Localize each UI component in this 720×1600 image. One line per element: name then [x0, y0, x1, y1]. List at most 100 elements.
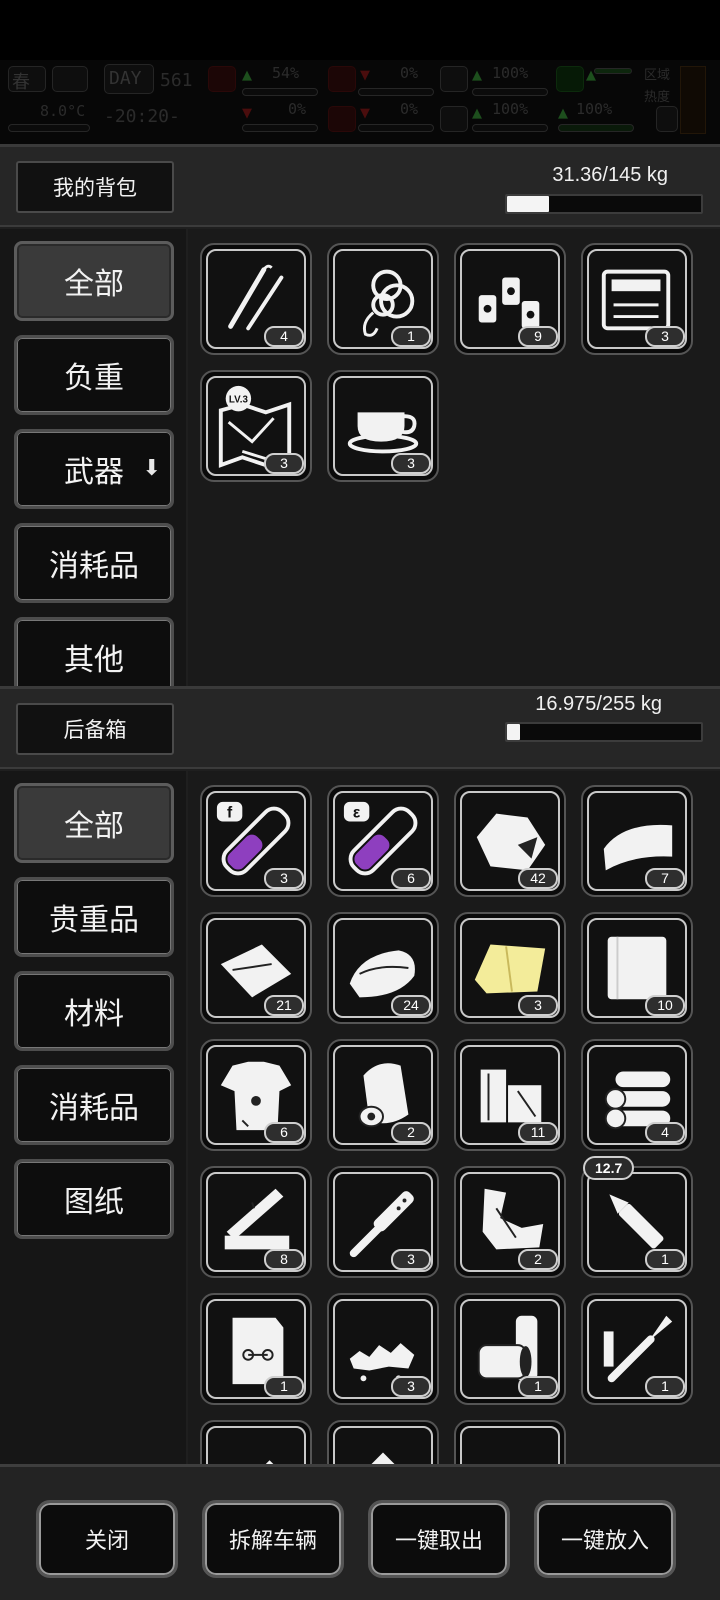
blood-drop-icon [328, 106, 356, 132]
trunk-item-slot[interactable]: 8 [200, 1166, 312, 1278]
backpack-weight-fill [507, 196, 549, 212]
backpack-tab-load[interactable]: 负重 [14, 335, 174, 415]
trunk-item-slot[interactable]: 1 [200, 1293, 312, 1405]
trunk-item-slot[interactable]: 10 [581, 912, 693, 1024]
item-count-badge: 4 [264, 326, 304, 347]
day-value: 561 [160, 70, 193, 91]
item-count-badge: 3 [264, 868, 304, 889]
trunk-tab-all[interactable]: 全部 [14, 783, 174, 863]
trunk-item-slot[interactable]: 1 [581, 1293, 693, 1405]
trunk-tab-blueprints[interactable]: 图纸 [14, 1159, 174, 1239]
item-count-badge: 21 [264, 995, 304, 1016]
stat-mood: 100% [576, 100, 613, 118]
backpack-item-slot[interactable]: LV.3 3 [200, 370, 312, 482]
trunk-tab-consumables[interactable]: 消耗品 [14, 1065, 174, 1145]
up-arrow-icon: ▲ [558, 106, 568, 121]
backpack-weight: 31.36/145 kg [552, 164, 668, 186]
item-frame [206, 1426, 306, 1467]
dismantle-vehicle-label: 拆解车辆 [228, 1529, 317, 1554]
up-arrow-icon: ▲ [472, 106, 482, 121]
item-frame [460, 1426, 560, 1467]
temperature: 8.0°C [40, 102, 86, 120]
up-arrow-icon: ▲ [242, 68, 252, 83]
trunk-item-slot[interactable]: 24 [327, 912, 439, 1024]
trunk-item-slot[interactable]: 42 [454, 785, 566, 897]
trunk-item-slot[interactable]: 3 [454, 912, 566, 1024]
stat-blood: 0% [288, 100, 307, 118]
speaker-icon [656, 106, 678, 132]
backpack-tab-all[interactable]: 全部 [14, 241, 174, 321]
trunk-title: 后备箱 [16, 703, 174, 755]
trunk-item-slot[interactable]: 1 [454, 1293, 566, 1405]
backpack-item-slot[interactable]: 3 [327, 370, 439, 482]
trunk-panel: 后备箱 16.975/255 kg 全部 贵重品 材料 消耗品 图纸 f3ε64… [0, 686, 720, 1467]
stat-hunger: 0% [400, 64, 419, 82]
tab-label: 材料 [64, 997, 124, 1032]
backpack-title: 我的背包 [16, 161, 174, 213]
dismantle-vehicle-button[interactable]: 拆解车辆 [202, 1500, 344, 1578]
trunk-item-slot[interactable] [327, 1420, 439, 1467]
tab-label: 全部 [64, 809, 124, 844]
thirst-bar [358, 124, 434, 132]
trunk-tab-materials[interactable]: 材料 [14, 971, 174, 1051]
trunk-item-slot[interactable]: ε6 [327, 785, 439, 897]
item-count-badge: 1 [391, 326, 431, 347]
trunk-item-slot[interactable]: 2 [327, 1039, 439, 1151]
backpack-item-slot[interactable]: 9 [454, 243, 566, 355]
stomach-icon [328, 66, 356, 92]
item-count-badge: 42 [518, 868, 558, 889]
backpack-tab-weapons[interactable]: 武器 ⬇ [14, 429, 174, 509]
trunk-item-slot[interactable]: 11 [454, 1039, 566, 1151]
blood-bar [242, 124, 318, 132]
trunk-item-slot[interactable]: 2 [454, 1166, 566, 1278]
trunk-item-slot[interactable] [454, 1420, 566, 1467]
backpack-panel: 我的背包 31.36/145 kg 全部 负重 武器 ⬇ 消耗品 其他 4193L… [0, 144, 720, 689]
tab-label: 全部 [64, 267, 124, 302]
backpack-item-slot[interactable]: 4 [200, 243, 312, 355]
item-count-badge: 2 [391, 1122, 431, 1143]
trunk-item-slot[interactable]: 6 [200, 1039, 312, 1151]
item-count-badge: 3 [391, 1249, 431, 1270]
season-box: 春 [8, 66, 46, 93]
trunk-item-slot[interactable]: 12.7 1 [581, 1156, 693, 1278]
item-count-badge: 1 [518, 1376, 558, 1397]
trunk-category-sidebar: 全部 贵重品 材料 消耗品 图纸 [0, 771, 186, 1467]
backpack-tab-consumables[interactable]: 消耗品 [14, 523, 174, 603]
trunk-item-slot[interactable]: 3 [327, 1293, 439, 1405]
trunk-item-slot[interactable]: f3 [200, 785, 312, 897]
partial-item-3-icon [467, 1433, 553, 1467]
partial-item-2-icon [368, 1452, 398, 1467]
backpack-weight-bar [505, 194, 703, 214]
stat-heart: 100% [492, 100, 529, 118]
day-label: DAY [109, 68, 142, 89]
stat-stomach: 100% [492, 64, 529, 82]
trunk-item-slot[interactable]: 7 [581, 785, 693, 897]
backpack-item-slot[interactable]: 1 [327, 243, 439, 355]
trunk-item-slot[interactable]: 21 [200, 912, 312, 1024]
close-button-label: 关闭 [84, 1529, 129, 1554]
tab-label: 消耗品 [49, 1091, 139, 1126]
footer-bar: 关闭 拆解车辆 一键取出 一键放入 [0, 1464, 720, 1600]
down-arrow-icon: ▼ [360, 68, 370, 83]
hunger-bar [358, 88, 434, 96]
season-label: 春 [12, 72, 30, 93]
svg-text:ε: ε [353, 805, 361, 822]
backpack-tab-other[interactable]: 其他 [14, 617, 174, 689]
close-button[interactable]: 关闭 [36, 1500, 178, 1578]
put-all-button[interactable]: 一键放入 [534, 1500, 676, 1578]
trunk-item-slot[interactable]: 4 [581, 1039, 693, 1151]
item-count-badge: 1 [645, 1249, 685, 1270]
health-bar [242, 88, 318, 96]
trunk-item-slot[interactable]: 3 [327, 1166, 439, 1278]
item-count-badge: 3 [391, 1376, 431, 1397]
item-count-badge: 9 [518, 326, 558, 347]
down-arrow-icon: ▼ [360, 106, 370, 121]
put-all-label: 一键放入 [560, 1529, 649, 1554]
zone-heat-meter [680, 66, 706, 134]
take-all-button[interactable]: 一键取出 [368, 1500, 510, 1578]
trunk-item-slot[interactable] [200, 1420, 312, 1467]
trunk-tab-valuables[interactable]: 贵重品 [14, 877, 174, 957]
take-all-label: 一键取出 [394, 1529, 483, 1554]
item-count-badge: 3 [518, 995, 558, 1016]
backpack-item-slot[interactable]: 3 [581, 243, 693, 355]
